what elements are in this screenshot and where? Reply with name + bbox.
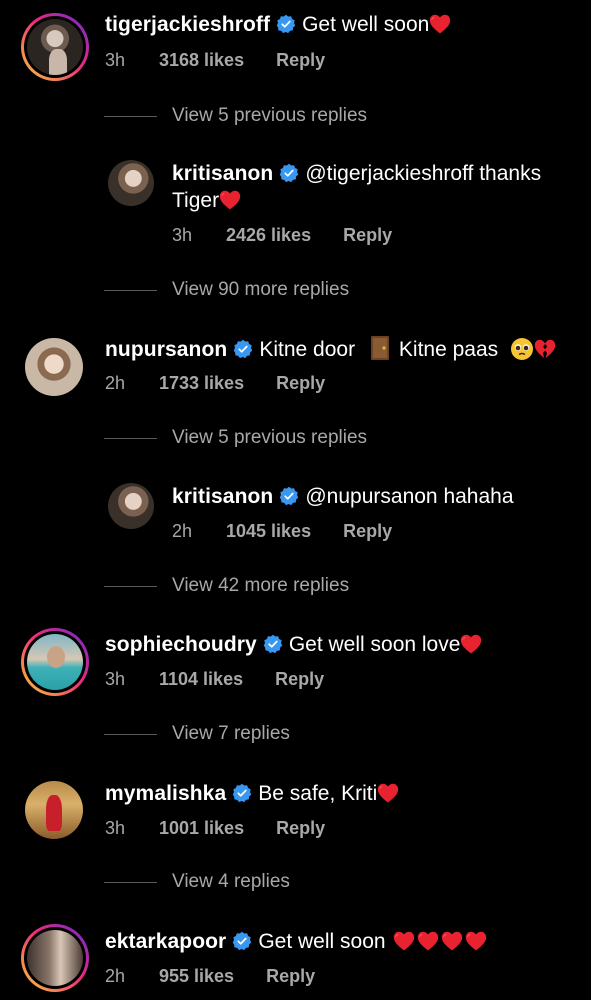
verified-badge-icon — [276, 14, 296, 34]
view-more-replies[interactable]: View 4 replies — [104, 870, 290, 894]
username[interactable]: nupursanon — [105, 338, 227, 361]
avatar[interactable] — [21, 628, 89, 696]
verified-badge-icon — [232, 783, 252, 803]
avatar[interactable] — [25, 338, 83, 396]
reply-button[interactable]: Reply — [276, 50, 325, 71]
avatar[interactable] — [108, 483, 154, 529]
divider — [104, 289, 157, 291]
likes-count[interactable]: 1045 likes — [226, 521, 311, 542]
verified-badge-icon — [279, 486, 299, 506]
view-more-replies[interactable]: View 42 more replies — [104, 574, 349, 598]
verified-badge-icon — [263, 634, 283, 654]
heart-icon — [219, 190, 241, 210]
reply-button[interactable]: Reply — [276, 373, 325, 394]
divider — [104, 733, 157, 735]
pleading-face-emoji-icon — [511, 338, 533, 360]
heart-icon — [393, 931, 415, 951]
verified-badge-icon — [279, 163, 299, 183]
username[interactable]: ektarkapoor — [105, 930, 226, 953]
comment-text: Get well soon — [302, 13, 430, 36]
likes-count[interactable]: 1104 likes — [159, 669, 243, 690]
avatar[interactable] — [108, 160, 154, 206]
comment-time: 2h — [105, 966, 126, 986]
username[interactable]: kritisanon — [172, 162, 273, 185]
verified-badge-icon — [232, 931, 252, 951]
verified-badge-icon — [233, 339, 253, 359]
heart-icon — [377, 783, 399, 803]
comment-time: 3h — [105, 818, 126, 838]
likes-count[interactable]: 955 likes — [159, 966, 234, 987]
door-emoji-icon — [370, 336, 389, 360]
divider — [104, 881, 157, 883]
comment-time: 3h — [172, 225, 193, 245]
reply-button[interactable]: Reply — [275, 669, 324, 690]
divider — [104, 437, 157, 439]
reply-button[interactable]: Reply — [343, 521, 392, 542]
broken-heart-icon — [534, 339, 556, 359]
heart-icon — [429, 14, 451, 34]
username[interactable]: tigerjackieshroff — [105, 13, 270, 36]
comment-time: 2h — [105, 373, 126, 393]
comment-time: 3h — [105, 50, 126, 70]
comment-time: 3h — [105, 669, 126, 689]
divider — [104, 115, 157, 117]
comment-text: Kitne paas — [398, 338, 499, 361]
likes-count[interactable]: 1733 likes — [159, 373, 244, 394]
likes-count[interactable]: 1001 likes — [159, 818, 244, 839]
comment-text: Be safe, Kriti — [258, 782, 378, 805]
heart-icon — [465, 931, 487, 951]
likes-count[interactable]: 2426 likes — [226, 225, 311, 246]
comment-text: Kitne door — [259, 338, 356, 361]
view-previous-replies[interactable]: View 5 previous replies — [104, 104, 367, 128]
reply-button[interactable]: Reply — [343, 225, 392, 246]
heart-icon — [441, 931, 463, 951]
reply-button[interactable]: Reply — [266, 966, 315, 987]
reply-button[interactable]: Reply — [276, 818, 325, 839]
heart-icon — [417, 931, 439, 951]
likes-count[interactable]: 3168 likes — [159, 50, 244, 71]
username[interactable]: sophiechoudry — [105, 633, 257, 656]
comment-text: Get well soon love — [288, 633, 461, 656]
heart-icon — [460, 634, 482, 654]
avatar[interactable] — [25, 781, 83, 839]
view-more-replies[interactable]: View 7 replies — [104, 722, 290, 746]
view-previous-replies[interactable]: View 5 previous replies — [104, 426, 367, 450]
comment-time: 2h — [172, 521, 193, 541]
avatar[interactable] — [21, 13, 89, 81]
divider — [104, 585, 157, 587]
comment-text: @nupursanon hahaha — [305, 485, 514, 508]
username[interactable]: kritisanon — [172, 485, 273, 508]
comment-text: Get well soon — [258, 930, 386, 953]
username[interactable]: mymalishka — [105, 782, 226, 805]
avatar[interactable] — [21, 924, 89, 992]
view-more-replies[interactable]: View 90 more replies — [104, 278, 349, 302]
